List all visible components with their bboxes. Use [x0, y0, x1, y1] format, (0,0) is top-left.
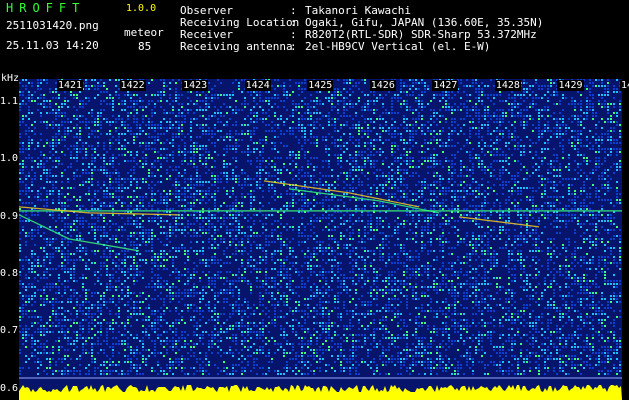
baseline-band [19, 385, 622, 400]
x-tick-label: 1429 [557, 80, 584, 91]
x-tick-label: 1425 [307, 80, 334, 91]
x-tick-label: 1428 [494, 80, 521, 91]
x-tick-label: 1427 [432, 80, 459, 91]
info-value-antenna: 2el-HB9CV Vertical (el. E-W) [305, 40, 491, 53]
meteor-count: 85 [138, 40, 152, 53]
x-tick-label: 1430 [620, 80, 629, 91]
file-name: 2511031420.png [6, 19, 99, 32]
noise-field [19, 79, 621, 375]
app-version: 1.0.0 [126, 3, 157, 14]
y-tick-label: 1.0 [0, 153, 19, 165]
info-label-antenna: Receiving antenna [180, 40, 293, 53]
date-time: 25.11.03 14:20 [6, 39, 99, 52]
meteor-label: meteor [124, 26, 164, 39]
y-tick-label: 1.1 [0, 95, 19, 107]
y-tick-label: 0.7 [0, 325, 19, 337]
spectrogram-canvas [19, 79, 622, 400]
x-tick-label: 1424 [244, 80, 271, 91]
x-tick-label: 1426 [369, 80, 396, 91]
x-tick-label: 1422 [119, 80, 146, 91]
y-tick-label: 0.9 [0, 210, 19, 222]
y-tick-label: 0.8 [0, 267, 19, 279]
spectrogram [19, 79, 622, 400]
x-tick-label: 1423 [182, 80, 209, 91]
info-separator: : [290, 40, 297, 53]
x-tick-label: 1421 [57, 80, 84, 91]
y-axis-unit: kHz [1, 73, 20, 84]
app-brand: HROFFT [6, 1, 86, 15]
y-tick-label: 0.6 [0, 382, 19, 394]
